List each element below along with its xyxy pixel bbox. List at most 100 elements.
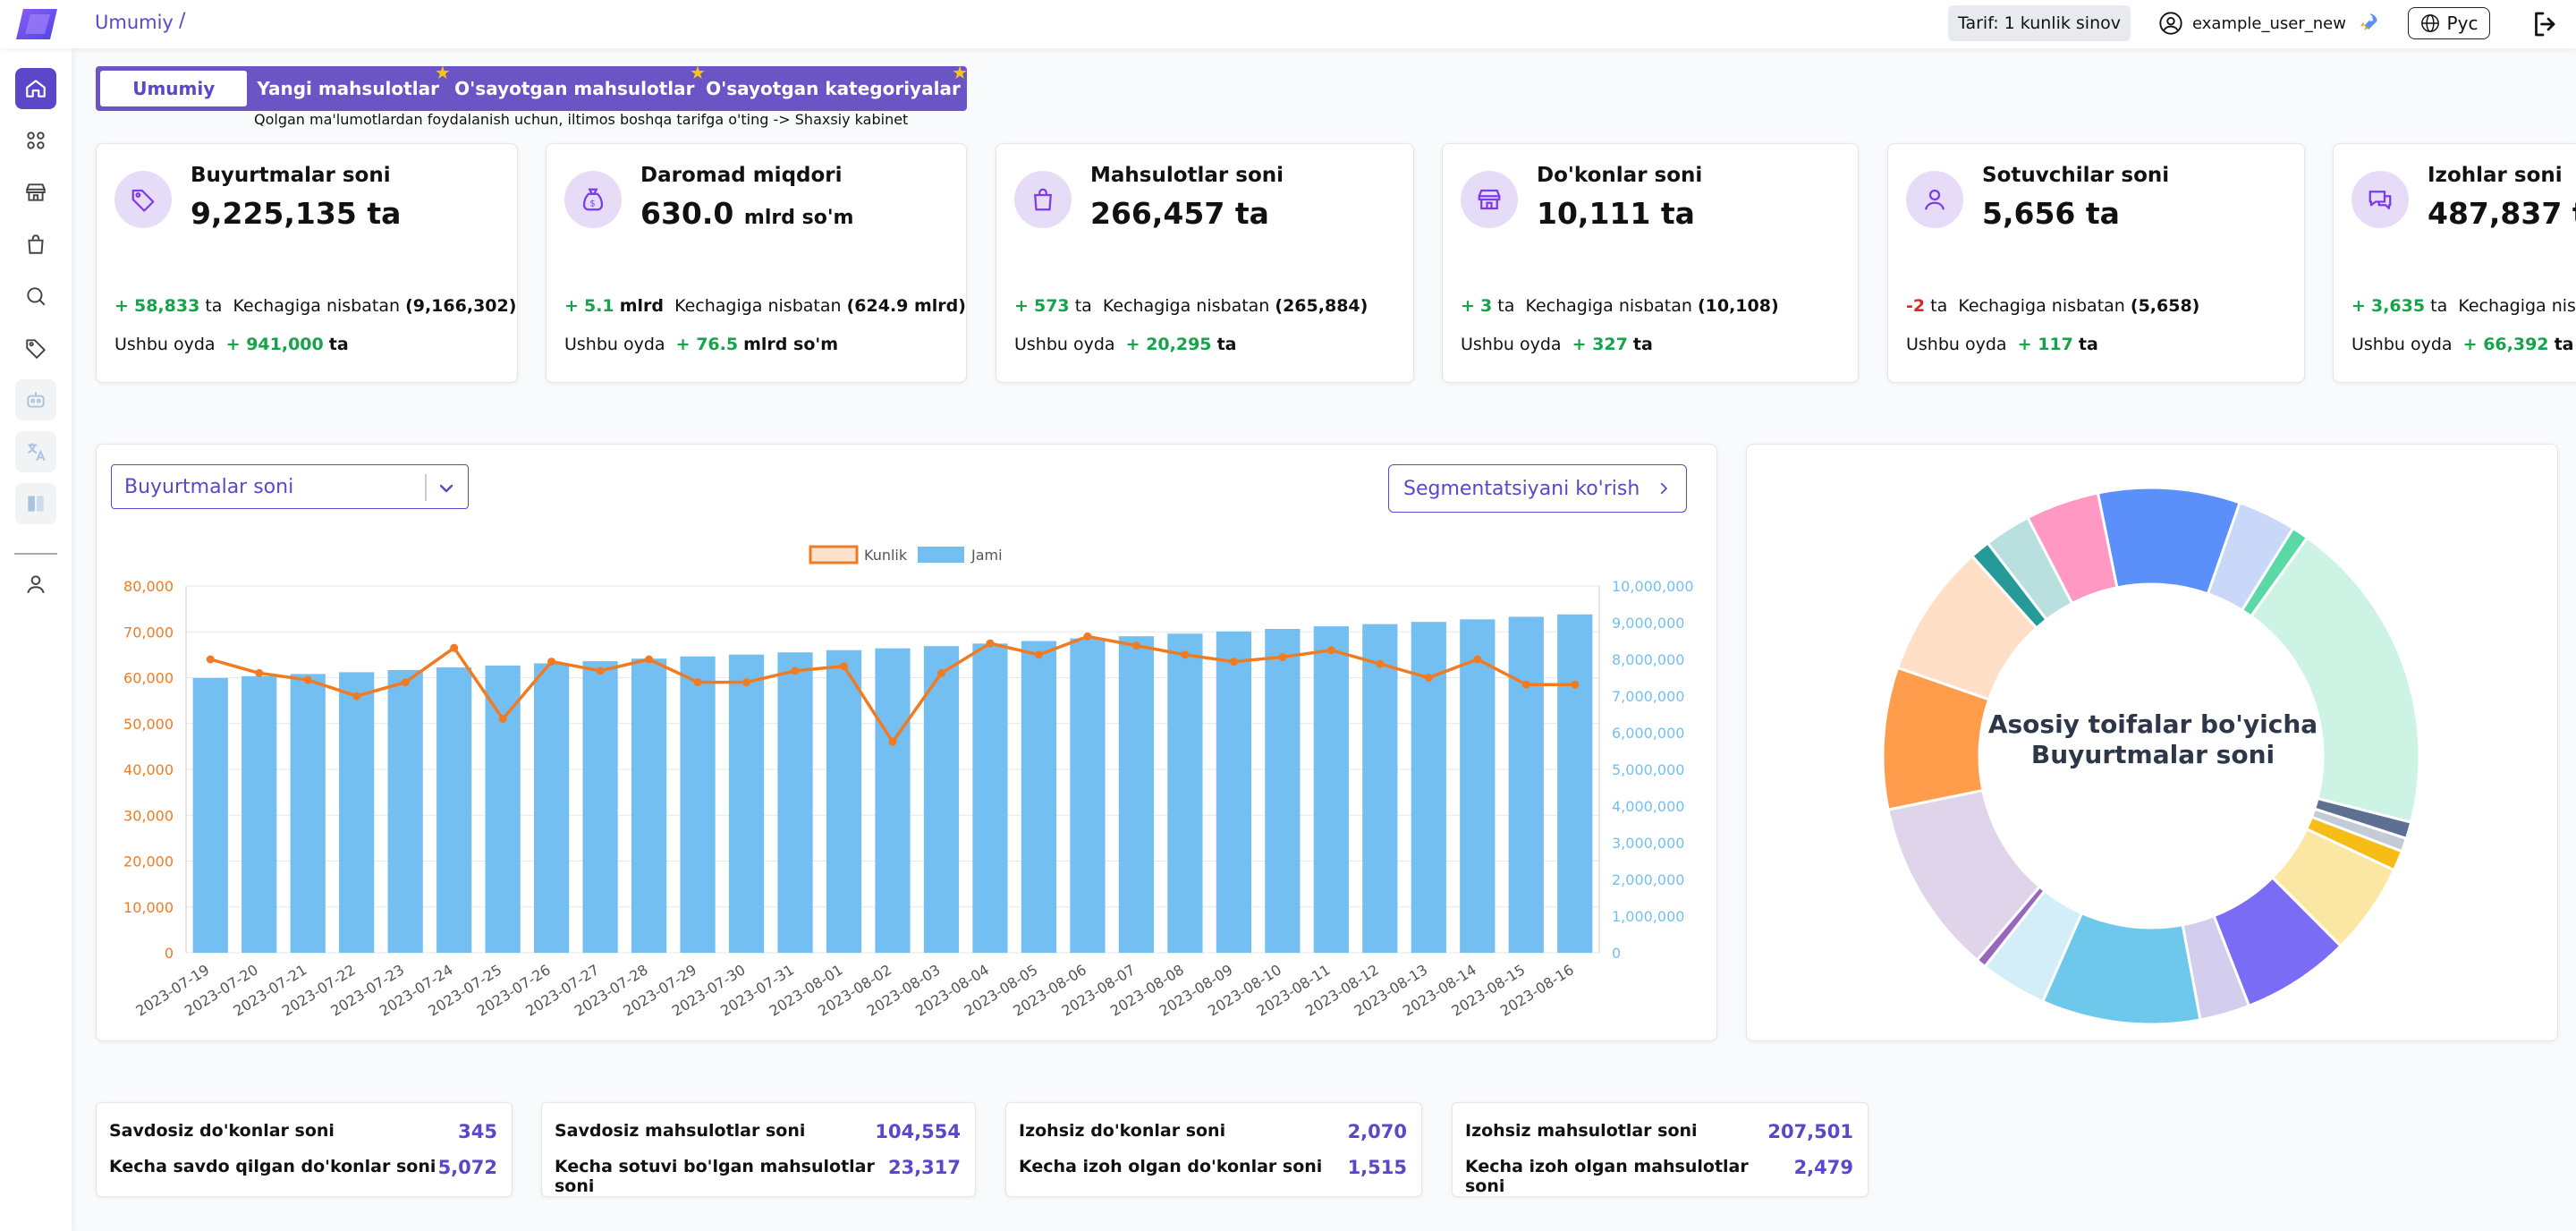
donut-slice [2249, 535, 2421, 825]
logout-icon[interactable] [2529, 8, 2562, 40]
bar-jami [1557, 614, 1593, 953]
y-tick-left: 50,000 [123, 716, 174, 733]
sidebar-item-home[interactable] [15, 68, 56, 109]
language-switcher[interactable]: Рус [2408, 7, 2490, 39]
y-tick-right: 6,000,000 [1612, 725, 1684, 742]
bar-jami [1313, 626, 1349, 953]
bar-jami [1265, 628, 1301, 953]
tab-label: Yangi mahsulotlar [257, 78, 439, 99]
card-value: 10,111 ta [1537, 196, 1695, 231]
tab-growing-categories[interactable]: O'sayotgan kategoriyalar ★ [704, 62, 968, 106]
y-tick-right: 3,000,000 [1612, 835, 1684, 852]
y-tick-left: 20,000 [123, 853, 174, 870]
user-menu[interactable]: example_user_new [2158, 11, 2380, 36]
tab-label: Umumiy [132, 78, 216, 99]
stat-card-reviews[interactable]: Izohlar soni 487,837 ta + 3,635 ta Kecha… [2333, 143, 2576, 383]
upgrade-note[interactable]: Qolgan ma'lumotlardan foydalanish uchun,… [254, 111, 908, 128]
card-icon: $ [564, 171, 622, 228]
bar-jami [436, 667, 472, 953]
summary-box-stores-sales: Savdosiz do'konlar soni 345 Kecha savdo q… [96, 1102, 513, 1197]
compare-icon [28, 496, 44, 512]
card-title: Do'konlar soni [1537, 164, 1703, 187]
card-delta-row: + 573 ta Kechagiga nisbatan (265,884) [1014, 296, 1368, 316]
line-point [645, 655, 654, 664]
card-icon [114, 171, 172, 228]
line-point [498, 715, 507, 724]
tariff-badge[interactable]: Tarif: 1 kunlik sinov [1948, 5, 2131, 41]
sidebar-item-stores[interactable] [15, 172, 56, 213]
breadcrumb-home[interactable]: Umumiy [95, 12, 174, 33]
legend-swatch-kunlik [809, 545, 859, 565]
line-point [986, 639, 995, 648]
y-tick-left: 80,000 [123, 578, 174, 595]
star-icon: ★ [952, 62, 968, 83]
bar-jami [1070, 638, 1106, 953]
orders-chart-panel: Buyurtmalar soni Segmentatsiyani ko'rish… [96, 444, 1717, 1041]
sidebar-item-profile[interactable] [15, 564, 56, 605]
tab-general[interactable]: Umumiy [100, 71, 248, 106]
card-delta-row: + 58,833 ta Kechagiga nisbatan (9,166,30… [114, 296, 517, 316]
sidebar-divider [14, 553, 57, 555]
y-tick-left: 70,000 [123, 624, 174, 641]
bar-jami [1216, 631, 1251, 953]
line-point [1326, 646, 1335, 655]
rocket-icon [2360, 13, 2377, 31]
money-bag-icon: $ [582, 188, 604, 211]
y-tick-right: 8,000,000 [1612, 651, 1684, 668]
card-month-row: Ushbu oyda + 20,295 ta [1014, 335, 1237, 354]
chevron-right-icon [1660, 482, 1667, 495]
line-point [1229, 658, 1238, 666]
card-value: 9,225,135 ta [191, 196, 402, 231]
bar-jami [777, 652, 813, 953]
username: example_user_new [2192, 13, 2346, 33]
line-point [1424, 674, 1433, 682]
breadcrumb-separator: / [179, 10, 186, 32]
sidebar-item-categories[interactable] [15, 120, 56, 161]
card-delta-row: + 3,635 ta Kechagiga nisbatan [2351, 296, 2576, 316]
summary-box-products-reviews: Izohsiz mahsulotlar soni 207,501 Kecha iz… [1452, 1102, 1868, 1197]
language-label: Рус [2446, 13, 2479, 34]
view-segmentation-button[interactable]: Segmentatsiyani ko'rish [1388, 464, 1687, 513]
donut-center-title: Asosiy toifalar bo'yicha Buyurtmalar son… [1974, 709, 2332, 770]
card-value: 266,457 ta [1090, 196, 1269, 231]
bar-jami [534, 663, 570, 953]
line-point [1473, 655, 1482, 664]
sidebar-item-translate [15, 431, 56, 472]
stat-card-stores[interactable]: Do'konlar soni 10,111 ta + 3 ta Kechagig… [1442, 143, 1859, 383]
stat-card-orders[interactable]: Buyurtmalar soni 9,225,135 ta + 58,833 t… [96, 143, 518, 383]
sidebar [0, 48, 72, 1231]
legend-swatch-jami [918, 547, 964, 563]
bar-jami [1508, 616, 1544, 953]
metric-select[interactable]: Buyurtmalar soni [111, 464, 469, 509]
card-delta-row: -2 ta Kechagiga nisbatan (5,658) [1906, 296, 2200, 316]
stat-card-revenue[interactable]: $ Daromad miqdori 630.0 mlrd so'm + 5.1 … [546, 143, 967, 383]
sidebar-item-tags[interactable] [15, 327, 56, 369]
tab-label: O'sayotgan kategoriyalar [706, 78, 961, 99]
stat-card-sellers[interactable]: Sotuvchilar soni 5,656 ta -2 ta Kechagig… [1887, 143, 2305, 383]
line-point [1278, 652, 1287, 661]
card-value: 487,837 ta [2428, 196, 2576, 231]
summary-row: Savdosiz mahsulotlar soni 104,554 [555, 1121, 961, 1142]
stat-card-products[interactable]: Mahsulotlar soni 266,457 ta + 573 ta Kec… [996, 143, 1414, 383]
sidebar-item-search[interactable] [15, 276, 56, 317]
line-point [401, 678, 410, 687]
line-point [1034, 650, 1043, 659]
line-point [596, 666, 605, 675]
tab-growing-products[interactable]: O'sayotgan mahsulotlar ★ [449, 62, 706, 106]
card-title: Daromad miqdori [640, 164, 843, 187]
y-tick-right: 2,000,000 [1612, 871, 1684, 888]
home-icon [26, 80, 46, 98]
y-tick-right: 1,000,000 [1612, 908, 1684, 925]
tab-new-products[interactable]: Yangi mahsulotlar ★ [250, 62, 450, 106]
orders-combo-chart: 0 10,000 20,000 30,000 40,000 50,000 60,000 70,… [123, 545, 1694, 1020]
bar-jami [485, 665, 521, 953]
tag-icon [26, 339, 46, 359]
y-tick-left: 10,000 [123, 899, 174, 916]
app-logo[interactable] [14, 7, 59, 41]
user-icon [27, 575, 45, 594]
line-point [255, 668, 264, 677]
shopping-bag-icon [1034, 188, 1052, 211]
tag-icon [131, 189, 155, 212]
sidebar-item-products[interactable] [15, 224, 56, 265]
grid-icon [27, 132, 45, 149]
